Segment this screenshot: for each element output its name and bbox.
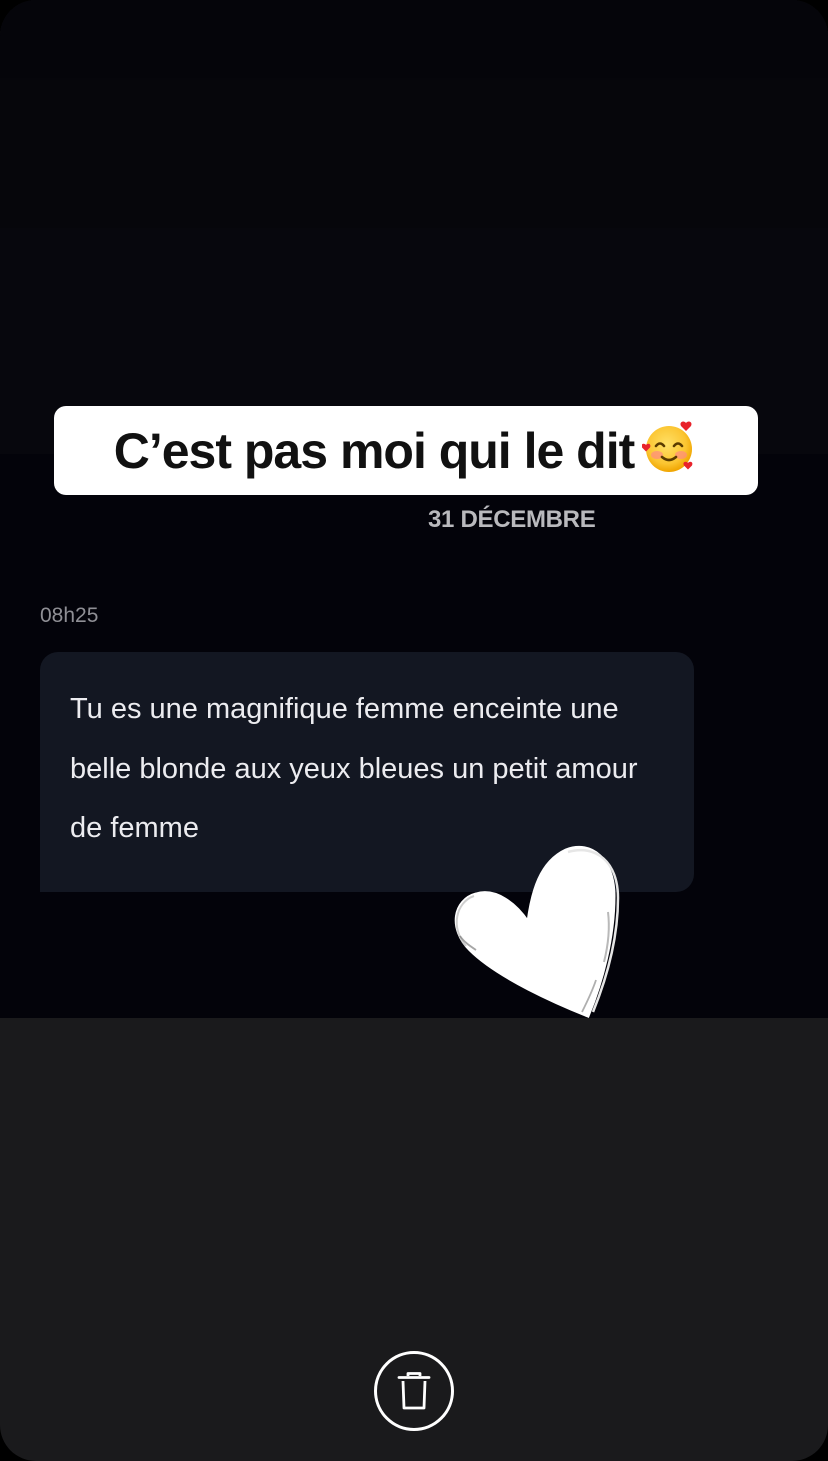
smiling-face-with-hearts-icon: [641, 419, 698, 475]
heart-sticker[interactable]: [446, 842, 630, 1024]
story-background: [0, 0, 828, 454]
message-time: 08h25: [40, 604, 99, 627]
trash-icon: [397, 1372, 431, 1410]
heart-icon: [454, 845, 620, 1018]
story-editor: C’est pas moi qui le dit 31 DÉCEMBRE 08h…: [0, 0, 828, 1461]
story-background-band: [0, 78, 828, 228]
delete-button[interactable]: [374, 1351, 454, 1431]
message-text: Tu es une magnifique femme enceinte une …: [70, 693, 638, 844]
story-background-band: [0, 0, 828, 78]
conversation-date: 31 DÉCEMBRE: [428, 506, 596, 533]
caption-sticker[interactable]: C’est pas moi qui le dit: [54, 406, 758, 495]
caption-text: C’est pas moi qui le dit: [113, 422, 636, 479]
